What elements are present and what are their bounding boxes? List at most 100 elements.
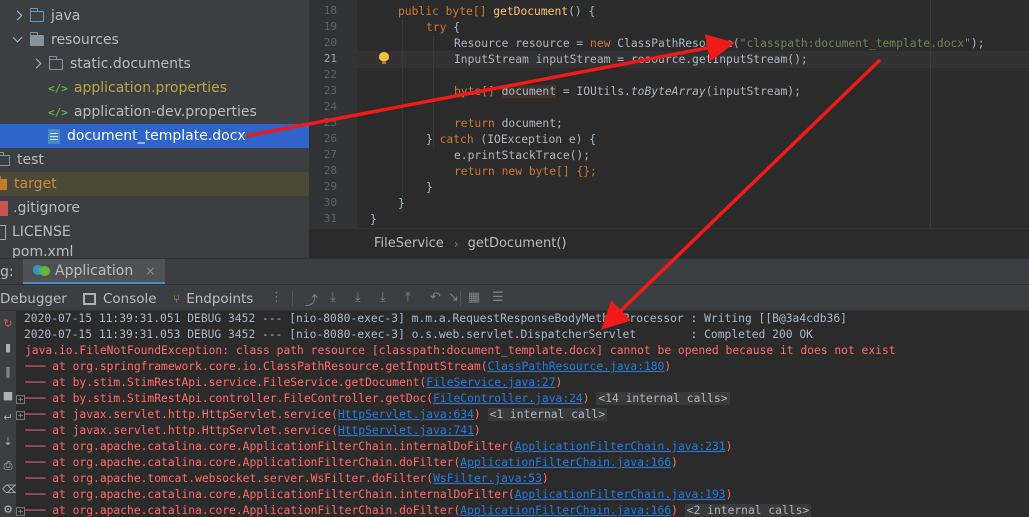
expand-icon[interactable]: + xyxy=(16,395,25,404)
tab-endpoints[interactable]: ⑂ Endpoints xyxy=(173,285,253,312)
chevron-right-icon[interactable] xyxy=(31,58,43,70)
tab-label: Debugger xyxy=(0,290,67,307)
code-line-20[interactable]: Resource resource = new ClassPathResourc… xyxy=(454,36,985,52)
code-line-23[interactable]: byte[] document = IOUtils.toByteArray(in… xyxy=(454,84,801,100)
tree-item-application-properties[interactable]: </> application.properties xyxy=(0,76,309,100)
breadcrumb-method[interactable]: getDocument() xyxy=(468,236,567,251)
toolbar-separator xyxy=(292,291,293,306)
stack-trace-line: ─── at org.springframework.core.io.Class… xyxy=(25,359,671,375)
trace-text: at org.apache.catalina.core.ApplicationF… xyxy=(52,488,515,501)
toolbar-separator xyxy=(460,291,461,306)
step-over-icon[interactable]: ⤓ xyxy=(330,290,336,305)
trace-text: ) xyxy=(473,408,481,421)
code-line-28[interactable]: return new byte[] {}; xyxy=(454,164,597,180)
tree-item-static-documents[interactable]: static.documents xyxy=(0,52,309,76)
source-link[interactable]: HttpServlet.java:741 xyxy=(338,424,474,437)
step-into-icon[interactable]: ⤓ xyxy=(355,290,361,305)
stack-trace-line: ─── at org.apache.catalina.core.Applicat… xyxy=(25,455,678,471)
code-line-27[interactable]: e.printStackTrace(); xyxy=(454,148,590,164)
force-step-into-icon[interactable]: ⤓ xyxy=(380,290,386,305)
clear-icon[interactable]: ⌫ xyxy=(2,483,18,497)
drop-frame-icon[interactable]: ↶ xyxy=(430,290,441,305)
tree-item-application-dev-properties[interactable]: </> application-dev.properties xyxy=(0,100,309,124)
tab-console[interactable]: Console xyxy=(83,285,157,312)
stack-trace-line: ─── at org.apache.catalina.core.Applicat… xyxy=(25,439,732,455)
source-link[interactable]: ApplicationFilterChain.java:166 xyxy=(460,504,671,517)
tab-application[interactable]: Application × xyxy=(23,259,166,285)
source-link[interactable]: ApplicationFilterChain.java:231 xyxy=(515,440,726,453)
run-toolbar: Debugger Console ⑂ Endpoints ⋮ ⤴ ⤓ ⤓ ⤓ ⤒… xyxy=(0,284,1029,311)
console-output[interactable]: 2020-07-15 11:39:31.051 DEBUG 3452 --- [… xyxy=(16,311,1029,517)
stop-icon[interactable]: ■ xyxy=(2,389,14,403)
run-window-title: g: xyxy=(0,263,14,280)
soft-wrap-icon[interactable]: ↵ xyxy=(2,411,14,425)
stack-trace-line: ─── at javax.servlet.http.HttpServlet.se… xyxy=(25,423,481,439)
expand-icon[interactable]: + xyxy=(16,507,25,516)
step-out-icon[interactable]: ⤒ xyxy=(405,290,411,305)
tree-item-test[interactable]: test xyxy=(0,148,309,172)
tree-item-pom[interactable]: pom.xml xyxy=(0,244,309,258)
trace-text: ) xyxy=(725,488,733,501)
tree-item-java[interactable]: java xyxy=(0,4,309,28)
code-token: new xyxy=(501,165,523,178)
tree-item-gitignore[interactable]: .gitignore xyxy=(0,196,309,220)
console-debug-line: 2020-07-15 11:39:31.051 DEBUG 3452 --- [… xyxy=(24,312,847,325)
source-link[interactable]: HttpServlet.java:634 xyxy=(338,408,474,421)
trace-text: at org.apache.tomcat.websocket.server.Ws… xyxy=(52,472,434,485)
trace-text: at by.stim.StimRestApi.controller.FileCo… xyxy=(52,392,434,405)
source-link[interactable]: FileService.java:27 xyxy=(426,376,555,389)
breadcrumb-class[interactable]: FileService xyxy=(374,236,444,251)
line-number: 23 xyxy=(323,84,337,97)
chevron-right-icon[interactable] xyxy=(12,10,24,22)
tree-item-document-template[interactable]: document_template.docx xyxy=(0,124,309,148)
code-line-25[interactable]: return document; xyxy=(454,116,563,132)
trace-icon[interactable]: ☰ xyxy=(492,290,504,305)
evaluate-expression-icon[interactable]: ▦ xyxy=(468,290,480,305)
resume-icon[interactable]: ▮ xyxy=(2,341,14,355)
tree-item-license[interactable]: LICENSE xyxy=(0,220,309,244)
internal-calls-badge[interactable]: <2 internal calls> xyxy=(684,504,812,517)
code-line-31[interactable]: } xyxy=(370,212,377,228)
stack-trace-line: ─── at by.stim.StimRestApi.service.FileS… xyxy=(25,375,562,391)
tree-item-target[interactable]: target xyxy=(0,172,309,196)
tree-item-resources[interactable]: resources xyxy=(0,28,309,52)
pause-icon[interactable]: ‖ xyxy=(2,365,14,379)
trace-text: at org.springframework.core.io.ClassPath… xyxy=(52,360,488,373)
close-icon[interactable]: × xyxy=(145,264,155,278)
code-line-30[interactable]: } xyxy=(398,196,405,212)
settings-icon[interactable]: ⚙ xyxy=(2,503,14,517)
source-link[interactable]: ApplicationFilterChain.java:193 xyxy=(515,488,726,501)
code-token: } xyxy=(426,181,433,194)
code-editor[interactable]: 18 19 20 21 22 23 24 25 26 27 28 29 30 3… xyxy=(309,0,1029,228)
show-execution-point-icon[interactable]: ⤴ xyxy=(305,290,318,309)
code-line-21[interactable]: InputStream inputStream = resource.getIn… xyxy=(454,52,808,68)
trace-connector: ─── xyxy=(25,392,53,405)
code-line-18[interactable]: public byte[] getDocument() { xyxy=(398,4,595,20)
stack-trace-line: ─── at org.apache.tomcat.websocket.serve… xyxy=(25,471,549,487)
tree-item-label: test xyxy=(17,152,44,168)
run-to-cursor-icon[interactable]: ↘ xyxy=(448,290,459,305)
code-token: e.printStackTrace(); xyxy=(454,149,591,162)
internal-calls-badge[interactable]: <1 internal call> xyxy=(487,408,608,421)
expand-icon[interactable]: + xyxy=(16,411,25,420)
code-token: getDocument xyxy=(493,5,569,18)
scroll-to-end-icon[interactable]: ⇣ xyxy=(2,435,14,449)
source-link[interactable]: ClassPathResource.java:180 xyxy=(488,360,665,373)
word-document-icon xyxy=(48,128,60,144)
more-icon[interactable]: ⋮ xyxy=(270,290,283,305)
code-line-26[interactable]: } catch (IOException e) { xyxy=(426,132,596,148)
source-link[interactable]: ApplicationFilterChain.java:166 xyxy=(460,456,671,469)
lightbulb-icon[interactable] xyxy=(379,52,389,64)
breadcrumb: FileService › getDocument() xyxy=(309,228,1029,258)
tab-debugger[interactable]: Debugger xyxy=(0,285,67,312)
rerun-icon[interactable]: ↻ xyxy=(2,317,14,331)
source-link[interactable]: FileController.java:24 xyxy=(433,392,583,405)
source-link[interactable]: WsFilter.java:53 xyxy=(433,472,542,485)
code-line-19[interactable]: try { xyxy=(426,20,460,36)
internal-calls-badge[interactable]: <14 internal calls> xyxy=(596,392,730,405)
code-token: "classpath:document_template.docx" xyxy=(739,37,971,50)
print-icon[interactable]: ⎙ xyxy=(2,459,14,473)
resources-folder-icon xyxy=(29,31,44,46)
code-line-29[interactable]: } xyxy=(426,180,433,196)
chevron-down-icon[interactable] xyxy=(12,34,24,46)
